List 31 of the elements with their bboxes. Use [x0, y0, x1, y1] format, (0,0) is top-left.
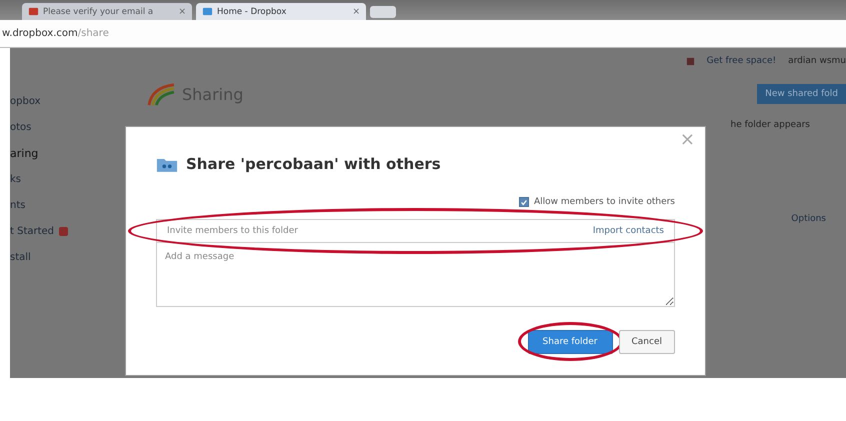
sidebar-item[interactable]: opbox	[10, 96, 41, 106]
share-folder-button[interactable]: Share folder	[528, 330, 612, 354]
tab-title: Please verify your email a	[43, 6, 154, 16]
close-icon[interactable]: ×	[178, 6, 186, 16]
sidebar-item[interactable]: nts	[10, 200, 26, 210]
checkbox[interactable]	[519, 197, 530, 207]
options-link[interactable]: Options	[791, 214, 826, 224]
user-name[interactable]: ardian wsmu	[788, 56, 846, 66]
cancel-button[interactable]: Cancel	[618, 330, 675, 354]
browser-tab[interactable]: Please verify your email a ×	[22, 3, 192, 20]
mail-icon	[28, 6, 39, 17]
sidebar-item[interactable]: stall	[10, 252, 31, 262]
box-icon	[202, 6, 213, 17]
sidebar-item[interactable]: t Started	[10, 226, 54, 236]
checkbox-label: Allow members to invite others	[534, 197, 675, 207]
tab-title: Home - Dropbox	[217, 6, 288, 16]
close-icon[interactable]: ×	[352, 6, 360, 16]
free-space-link[interactable]: Get free space!	[706, 56, 776, 66]
browser-tab[interactable]: Home - Dropbox ×	[196, 3, 366, 20]
dialog-title: Share 'percobaan' with others	[186, 155, 441, 173]
sidebar-item[interactable]: otos	[10, 122, 32, 132]
message-field[interactable]: Add a message	[156, 243, 675, 307]
sidebar-item[interactable]: aring	[10, 146, 38, 160]
invite-field[interactable]: Invite members to this folder Import contacts	[156, 219, 675, 243]
gift-icon	[686, 56, 695, 66]
hint-text: he folder appears	[730, 120, 810, 130]
import-contacts-link[interactable]: Import contacts	[592, 226, 664, 236]
sidebar-item[interactable]: ks	[10, 174, 22, 184]
new-shared-folder-button[interactable]: New shared fold	[757, 84, 846, 104]
close-icon[interactable]: ×	[680, 129, 695, 150]
rainbow-icon	[146, 82, 176, 106]
